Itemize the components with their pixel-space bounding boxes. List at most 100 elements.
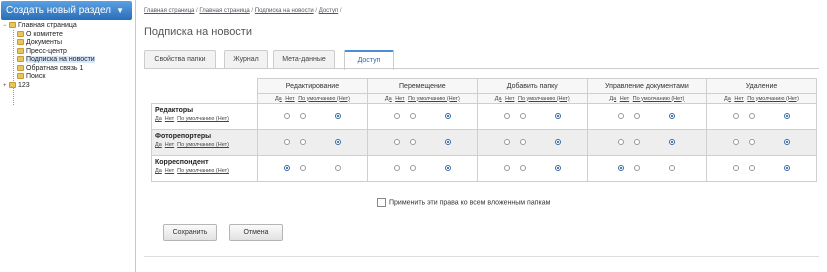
- tree-item-feedback[interactable]: Обратная связь 1: [3, 65, 133, 74]
- option-yes-link[interactable]: Да: [275, 96, 282, 102]
- radio-no[interactable]: [634, 113, 641, 120]
- radio-default[interactable]: [669, 113, 676, 120]
- radio-yes[interactable]: [733, 139, 740, 146]
- radio-no[interactable]: [634, 165, 641, 172]
- option-no-link[interactable]: Нет: [165, 142, 174, 148]
- radio-yes[interactable]: [283, 165, 290, 172]
- radio-no[interactable]: [519, 165, 526, 172]
- radio-yes[interactable]: [393, 165, 400, 172]
- option-no-link[interactable]: Нет: [505, 96, 514, 102]
- radio-no[interactable]: [299, 165, 306, 172]
- tree-item-label: 123: [18, 81, 30, 89]
- radio-yes[interactable]: [733, 113, 740, 120]
- radio-yes[interactable]: [283, 113, 290, 120]
- option-no-link[interactable]: Нет: [395, 96, 404, 102]
- radio-default[interactable]: [554, 165, 561, 172]
- radio-no[interactable]: [299, 139, 306, 146]
- tree-item-label: Подписка на новости: [26, 56, 95, 63]
- tab-folder-properties[interactable]: Свойства папки: [144, 50, 216, 69]
- radio-yes[interactable]: [393, 139, 400, 146]
- option-yes-link[interactable]: Да: [155, 116, 162, 122]
- tree-item-label: Пресс-центр: [26, 47, 67, 55]
- radio-default[interactable]: [444, 113, 451, 120]
- tree-item-123[interactable]: +123: [3, 82, 133, 91]
- radio-default[interactable]: [334, 139, 341, 146]
- radio-default[interactable]: [669, 165, 676, 172]
- option-no-link[interactable]: Нет: [734, 96, 743, 102]
- breadcrumb-link[interactable]: Доступ: [319, 8, 339, 14]
- radio-yes[interactable]: [503, 139, 510, 146]
- radio-no[interactable]: [519, 139, 526, 146]
- radio-default[interactable]: [784, 165, 791, 172]
- folder-icon: [17, 39, 24, 46]
- option-yes-link[interactable]: Да: [609, 96, 616, 102]
- option-default-link[interactable]: По умолчанию (Нет): [177, 116, 229, 122]
- option-default-link[interactable]: По умолчанию (Нет): [747, 96, 799, 102]
- radio-no[interactable]: [749, 113, 756, 120]
- tree-item-about[interactable]: О комитете: [3, 31, 133, 40]
- option-yes-link[interactable]: Да: [155, 142, 162, 148]
- apply-label: Применить эти права ко всем вложенным па…: [389, 199, 551, 207]
- breadcrumb-link[interactable]: Главная страница: [144, 8, 194, 14]
- radio-default[interactable]: [444, 165, 451, 172]
- radio-default[interactable]: [554, 113, 561, 120]
- tree-item-home[interactable]: − Главная страница: [3, 22, 133, 31]
- radio-no[interactable]: [299, 113, 306, 120]
- radio-yes[interactable]: [618, 113, 625, 120]
- option-default-link[interactable]: По умолчанию (Нет): [633, 96, 685, 102]
- option-yes-link[interactable]: Да: [724, 96, 731, 102]
- option-no-link[interactable]: Нет: [165, 168, 174, 174]
- option-default-link[interactable]: По умолчанию (Нет): [177, 168, 229, 174]
- option-no-link[interactable]: Нет: [165, 116, 174, 122]
- radio-yes[interactable]: [503, 113, 510, 120]
- radio-yes[interactable]: [503, 165, 510, 172]
- radio-no[interactable]: [749, 165, 756, 172]
- row-header: Редакторы Да Нет По умолчанию (Нет): [151, 103, 258, 130]
- radio-no[interactable]: [634, 139, 641, 146]
- tab-journal[interactable]: Журнал: [224, 50, 268, 69]
- radio-yes[interactable]: [283, 139, 290, 146]
- radio-no[interactable]: [409, 165, 416, 172]
- option-no-link[interactable]: Нет: [620, 96, 629, 102]
- breadcrumb-link[interactable]: Главная страница: [199, 8, 249, 14]
- folder-icon: [9, 22, 16, 29]
- radio-default[interactable]: [784, 113, 791, 120]
- option-default-link[interactable]: По умолчанию (Нет): [518, 96, 570, 102]
- radio-default[interactable]: [444, 139, 451, 146]
- option-default-link[interactable]: По умолчанию (Нет): [177, 142, 229, 148]
- radio-default[interactable]: [334, 113, 341, 120]
- option-yes-link[interactable]: Да: [385, 96, 392, 102]
- radio-default[interactable]: [334, 165, 341, 172]
- cancel-button[interactable]: Отмена: [229, 224, 283, 241]
- option-yes-link[interactable]: Да: [495, 96, 502, 102]
- radio-no[interactable]: [519, 113, 526, 120]
- save-button[interactable]: Сохранить: [163, 224, 217, 241]
- apply-checkbox[interactable]: [377, 198, 386, 207]
- option-default-link[interactable]: По умолчанию (Нет): [408, 96, 460, 102]
- tab-access[interactable]: Доступ: [344, 50, 394, 70]
- breadcrumb-link[interactable]: Подписка на новости: [255, 8, 314, 14]
- radio-yes[interactable]: [733, 165, 740, 172]
- tab-metadata[interactable]: Мета-данные: [273, 50, 335, 69]
- tree-item-press[interactable]: Пресс-центр: [3, 48, 133, 57]
- tree-item-search[interactable]: Поиск: [3, 73, 133, 82]
- radio-yes[interactable]: [618, 165, 625, 172]
- chevron-down-icon[interactable]: ▼: [116, 1, 124, 20]
- option-no-link[interactable]: Нет: [285, 96, 294, 102]
- radio-no[interactable]: [409, 113, 416, 120]
- option-default-link[interactable]: По умолчанию (Нет): [298, 96, 350, 102]
- option-yes-link[interactable]: Да: [155, 168, 162, 174]
- radio-default[interactable]: [784, 139, 791, 146]
- radio-yes[interactable]: [618, 139, 625, 146]
- radio-no[interactable]: [749, 139, 756, 146]
- tree-item-documents[interactable]: Документы: [3, 39, 133, 48]
- apply-to-subfolders[interactable]: Применить эти права ко всем вложенным па…: [377, 198, 550, 207]
- tree-item-subscription[interactable]: Подписка на новости: [3, 56, 133, 65]
- radio-yes[interactable]: [393, 113, 400, 120]
- table-row: Фоторепортеры Да Нет По умолчанию (Нет): [151, 129, 817, 156]
- radio-no[interactable]: [409, 139, 416, 146]
- permission-cell: [476, 155, 588, 182]
- radio-default[interactable]: [554, 139, 561, 146]
- create-section-button[interactable]: Создать новый раздел ▼: [1, 1, 132, 20]
- radio-default[interactable]: [669, 139, 676, 146]
